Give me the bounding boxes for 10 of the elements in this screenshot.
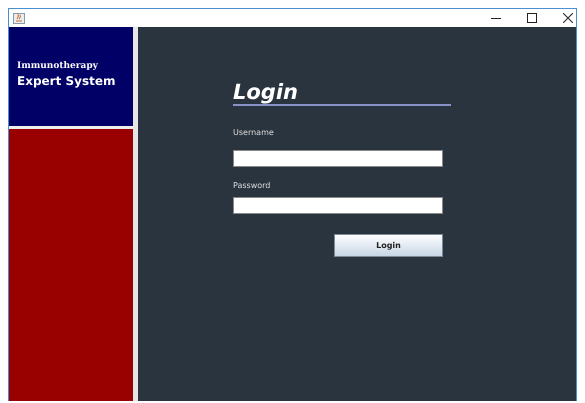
input-field[interactable] bbox=[233, 197, 443, 214]
app-title: Expert System bbox=[17, 74, 116, 88]
maximize-icon[interactable] bbox=[527, 13, 537, 23]
input-field[interactable] bbox=[233, 150, 443, 167]
close-icon[interactable] bbox=[563, 13, 573, 23]
field-label: Username bbox=[233, 128, 275, 138]
login-heading: Login bbox=[233, 80, 451, 106]
login-button[interactable]: Login bbox=[334, 234, 443, 257]
app-subtitle: Immunotherapy bbox=[17, 61, 99, 71]
field-label: Password bbox=[233, 181, 272, 191]
